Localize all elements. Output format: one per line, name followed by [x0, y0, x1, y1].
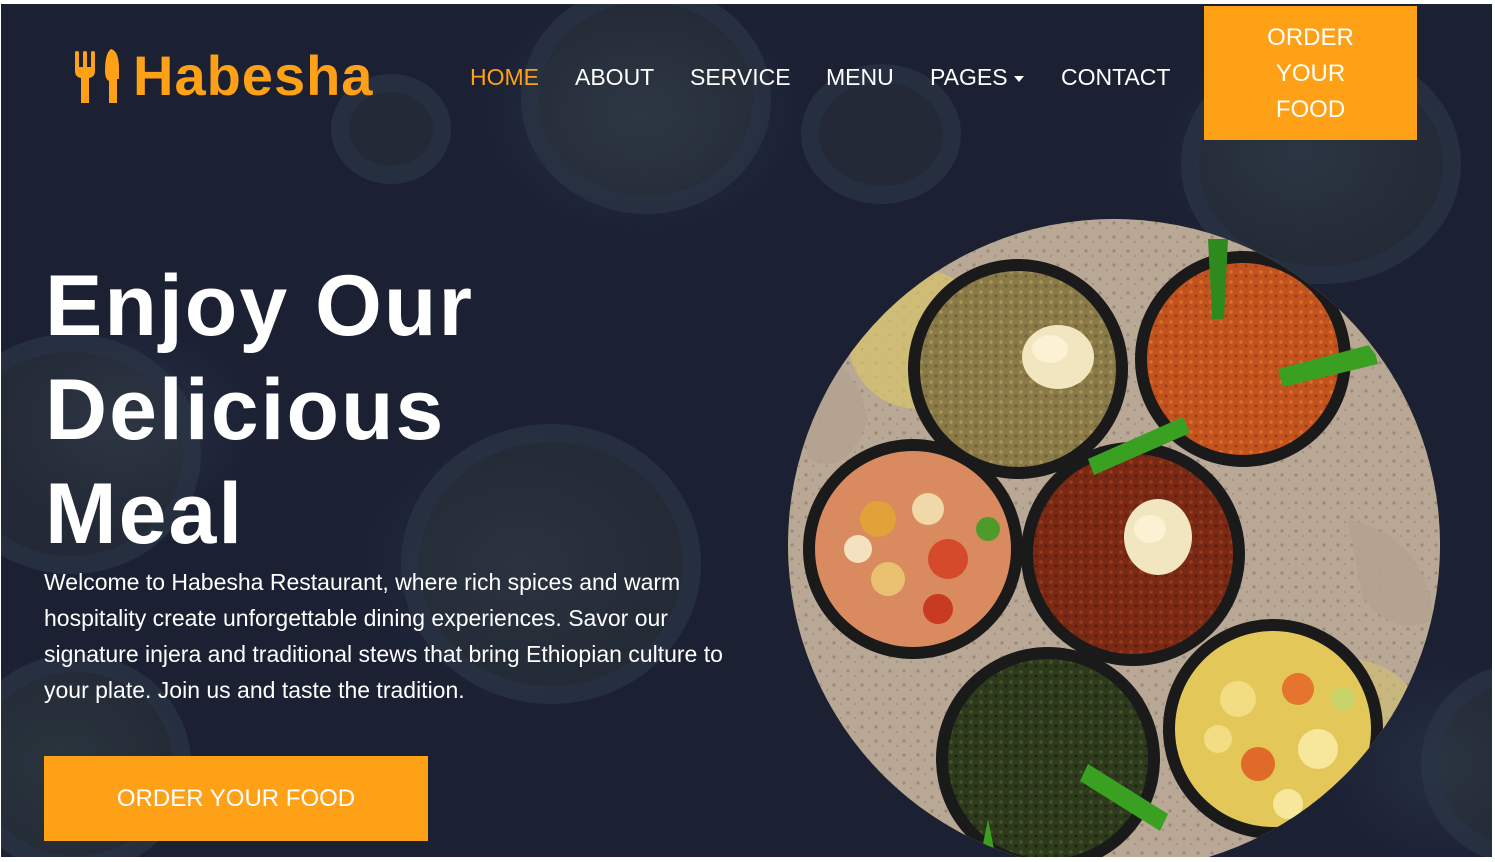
nav-item-pages[interactable]: Pages — [930, 62, 1024, 92]
nav-item-service[interactable]: Service — [690, 62, 791, 92]
order-food-hero-button[interactable]: Order Your Food — [44, 756, 428, 841]
nav-item-contact[interactable]: Contact — [1061, 62, 1170, 92]
navbar: Habesha Home About Service Menu Pages Co… — [1, 4, 1492, 144]
hero-title: Enjoy Our Delicious Meal — [45, 258, 474, 562]
nav-item-about[interactable]: About — [575, 62, 654, 92]
nav-item-pages-label: Pages — [930, 64, 1008, 90]
order-food-nav-button[interactable]: Order Your Food — [1204, 6, 1417, 140]
hero-food-image — [788, 219, 1440, 857]
main-nav: Home About Service Menu Pages Contact — [1, 62, 1201, 92]
hero-description: Welcome to Habesha Restaurant, where ric… — [44, 569, 723, 703]
nav-item-menu[interactable]: Menu — [826, 62, 894, 92]
nav-item-home[interactable]: Home — [470, 62, 539, 92]
background-plate — [1421, 664, 1492, 857]
page-frame: Habesha Home About Service Menu Pages Co… — [1, 4, 1492, 857]
chevron-down-icon — [1013, 75, 1024, 82]
ethiopian-food-platter-illustration — [788, 219, 1440, 857]
